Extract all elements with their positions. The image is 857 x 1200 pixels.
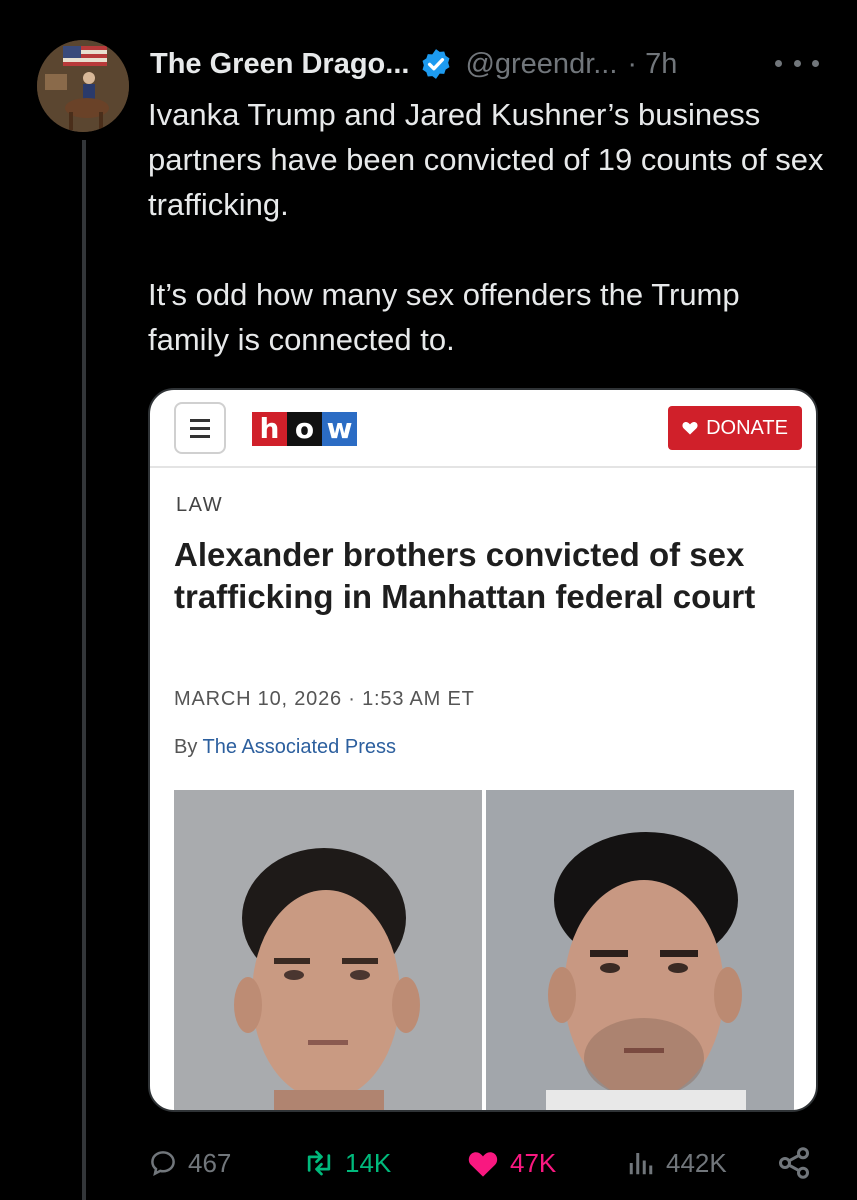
byline-prefix: By	[174, 736, 198, 758]
thread-line	[82, 140, 86, 1200]
menu-icon[interactable]	[174, 402, 226, 454]
logo-letter: h	[252, 412, 287, 446]
author-name[interactable]: The Green Drago...	[150, 48, 409, 81]
article-headline: Alexander brothers convicted of sex traf…	[174, 536, 756, 615]
tweet-time[interactable]: · 7h	[627, 48, 677, 81]
donate-button[interactable]: DONATE	[668, 406, 802, 450]
share-button[interactable]	[776, 1138, 812, 1188]
author-handle[interactable]: @greendr...	[465, 48, 617, 81]
heart-icon	[682, 422, 698, 435]
views-icon	[629, 1153, 653, 1175]
like-icon	[468, 1152, 498, 1177]
article-screenshot-card[interactable]: h o w DONATE LAW Alexander brothers conv…	[148, 388, 818, 1112]
more-icon[interactable]	[775, 48, 819, 78]
article-dateline: MARCH 10, 2026 · 1:53 AM ET	[174, 688, 475, 710]
mugshot-photo	[486, 790, 794, 1110]
tweet-actions: 467 14K 47K 442K	[148, 1138, 828, 1188]
reply-icon	[151, 1151, 175, 1176]
like-button[interactable]: 47K	[466, 1138, 556, 1188]
retweet-icon	[307, 1150, 331, 1176]
avatar[interactable]	[37, 40, 129, 132]
tweet-header: The Green Drago... @greendr... · 7h	[150, 42, 677, 86]
donate-label: DONATE	[706, 416, 788, 439]
reply-button[interactable]: 467	[148, 1138, 231, 1188]
section-label: LAW	[176, 494, 224, 516]
avatar-image	[37, 40, 129, 132]
site-header: h o w DONATE	[150, 390, 816, 468]
views-button[interactable]: 442K	[626, 1138, 727, 1188]
logo-letter: o	[287, 412, 322, 446]
tweet-paragraph: It’s odd how many sex offenders the Trum…	[148, 277, 740, 357]
article-byline: By The Associated Press	[174, 736, 396, 759]
logo-letter: w	[322, 412, 357, 446]
views-count: 442K	[666, 1147, 727, 1178]
tweet-text: Ivanka Trump and Jared Kushner’s busines…	[148, 92, 828, 362]
article-photos	[174, 790, 794, 1110]
like-count: 47K	[510, 1147, 557, 1178]
mugshot-photo	[174, 790, 482, 1110]
share-icon	[779, 1147, 809, 1179]
site-logo[interactable]: h o w	[252, 412, 357, 446]
verified-badge-icon	[419, 47, 453, 81]
tweet-paragraph: Ivanka Trump and Jared Kushner’s busines…	[148, 97, 824, 222]
reply-count: 467	[188, 1147, 232, 1178]
byline-author: The Associated Press	[202, 736, 396, 758]
retweet-button[interactable]: 14K	[303, 1138, 391, 1188]
retweet-count: 14K	[345, 1147, 392, 1178]
